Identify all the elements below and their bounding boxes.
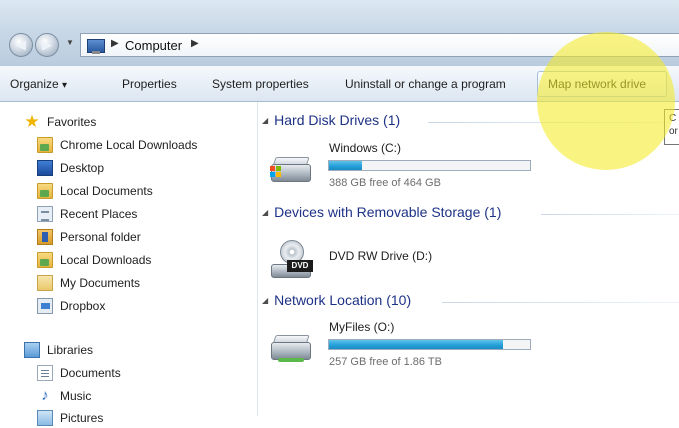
network-cable-icon	[278, 358, 304, 362]
group-title: Network Location (10)	[274, 292, 412, 308]
documents-library-icon	[37, 365, 53, 381]
drive-free-space: 388 GB free of 464 GB	[329, 177, 441, 189]
windows-logo-icon	[270, 166, 282, 178]
sidebar-item-label: Music	[60, 389, 92, 403]
sidebar-item-recent-places[interactable]: Recent Places	[37, 204, 137, 224]
forward-button[interactable]: ▶	[35, 33, 59, 57]
sidebar-item-pictures[interactable]: Pictures	[37, 408, 103, 428]
tooltip-line: or	[669, 126, 678, 137]
sidebar-item-favorites[interactable]: ★ Favorites	[24, 112, 96, 132]
collapse-triangle-icon[interactable]: ◢	[262, 116, 268, 125]
drive-tile-myfiles-o[interactable]: MyFiles (O:) 257 GB free of 1.86 TB	[268, 318, 548, 374]
group-header-removable-storage[interactable]: ◢ Devices with Removable Storage (1)	[258, 204, 501, 220]
desktop-icon	[37, 160, 53, 176]
sidebar-item-chrome-local-downloads[interactable]: Chrome Local Downloads	[37, 135, 197, 155]
sidebar-item-label: Favorites	[47, 115, 97, 129]
organize-button[interactable]: Organize ▾	[10, 77, 67, 91]
navigation-pane: ★ Favorites Chrome Local Downloads Deskt…	[0, 102, 258, 426]
drive-usage-fill	[329, 340, 503, 349]
hard-drive-icon	[268, 152, 314, 186]
sidebar-item-local-documents[interactable]: Local Documents	[37, 181, 153, 201]
sidebar-item-label: Desktop	[60, 161, 105, 175]
sidebar-item-local-downloads[interactable]: Local Downloads	[37, 250, 151, 270]
group-header-network-location[interactable]: ◢ Network Location (10)	[258, 292, 411, 308]
sidebar-item-personal-folder[interactable]: Personal folder	[37, 227, 141, 247]
recent-pages-dropdown-icon[interactable]: ▼	[66, 38, 74, 47]
sidebar-item-label: Dropbox	[60, 299, 106, 313]
tooltip: C or	[664, 109, 679, 145]
chevron-right-icon[interactable]: ▶	[191, 38, 199, 49]
drive-name: Windows (C:)	[329, 141, 402, 155]
drive-tile-windows-c[interactable]: Windows (C:) 388 GB free of 464 GB	[268, 140, 548, 190]
group-divider	[442, 302, 679, 303]
group-divider	[541, 214, 679, 215]
documents-folder-icon	[37, 275, 53, 291]
drive-name: DVD RW Drive (D:)	[329, 249, 433, 263]
downloads-folder-icon	[37, 137, 53, 153]
content-pane: ◢ Hard Disk Drives (1) Windows (C:) 388 …	[258, 102, 679, 416]
chevron-right-icon[interactable]: ▶	[111, 38, 119, 49]
breadcrumb-computer[interactable]: Computer	[125, 38, 182, 53]
properties-button[interactable]: Properties	[122, 77, 177, 91]
sidebar-item-label: Local Downloads	[60, 253, 152, 267]
sidebar-item-label: Documents	[60, 366, 121, 380]
group-title: Hard Disk Drives (1)	[274, 112, 401, 128]
system-properties-button[interactable]: System properties	[212, 77, 309, 91]
music-icon: ♪	[41, 387, 49, 404]
drive-name: MyFiles (O:)	[329, 320, 395, 334]
libraries-icon	[24, 342, 40, 358]
sidebar-item-dropbox[interactable]: Dropbox	[37, 296, 105, 316]
organize-label: Organize	[10, 77, 59, 91]
sidebar-item-label: Pictures	[60, 411, 104, 425]
recent-places-icon	[37, 206, 53, 222]
sidebar-item-desktop[interactable]: Desktop	[37, 158, 104, 178]
sidebar-item-label: Recent Places	[60, 207, 138, 221]
back-button[interactable]: ◀	[9, 33, 33, 57]
sidebar-item-label: Chrome Local Downloads	[60, 138, 198, 152]
map-network-drive-button[interactable]: Map network drive	[548, 77, 646, 91]
sidebar-item-label: Personal folder	[60, 230, 141, 244]
command-toolbar: Organize ▾ Properties System properties …	[0, 66, 679, 102]
group-title: Devices with Removable Storage (1)	[274, 204, 502, 220]
dropbox-icon	[37, 298, 53, 314]
chevron-down-icon: ▾	[62, 80, 68, 91]
drive-usage-bar	[328, 339, 531, 350]
drive-usage-fill	[329, 161, 362, 170]
group-divider	[428, 122, 679, 123]
sidebar-item-music[interactable]: ♪ Music	[37, 386, 91, 406]
downloads-folder-icon	[37, 252, 53, 268]
sidebar-item-documents[interactable]: Documents	[37, 363, 121, 383]
sidebar-item-libraries[interactable]: Libraries	[24, 340, 93, 360]
personal-folder-icon	[37, 229, 53, 245]
drive-free-space: 257 GB free of 1.86 TB	[329, 356, 442, 368]
computer-icon	[87, 39, 105, 54]
forward-arrow-icon: ▶	[42, 37, 52, 52]
address-bar[interactable]: ▶ Computer ▶	[80, 33, 679, 57]
collapse-triangle-icon[interactable]: ◢	[262, 296, 268, 305]
back-arrow-icon: ◀	[16, 37, 26, 52]
dvd-logo: DVD	[287, 260, 313, 272]
sidebar-item-label: My Documents	[60, 276, 141, 290]
uninstall-program-button[interactable]: Uninstall or change a program	[345, 77, 506, 91]
group-header-hard-disk-drives[interactable]: ◢ Hard Disk Drives (1)	[258, 112, 400, 128]
sidebar-item-my-documents[interactable]: My Documents	[37, 273, 140, 293]
sidebar-item-label: Local Documents	[60, 184, 153, 198]
network-drive-icon	[268, 330, 314, 370]
sidebar-item-label: Libraries	[47, 343, 94, 357]
downloads-folder-icon	[37, 183, 53, 199]
drive-tile-dvd-rw-d[interactable]: DVD DVD RW Drive (D:)	[268, 234, 528, 284]
dvd-drive-icon: DVD	[268, 240, 314, 280]
collapse-triangle-icon[interactable]: ◢	[262, 208, 268, 217]
star-icon: ★	[24, 112, 40, 131]
pictures-icon	[37, 410, 53, 426]
tooltip-line: C	[669, 113, 677, 124]
title-bar: ◀ ▶ ▼ ▶ Computer ▶	[0, 0, 679, 66]
drive-usage-bar	[328, 160, 531, 171]
